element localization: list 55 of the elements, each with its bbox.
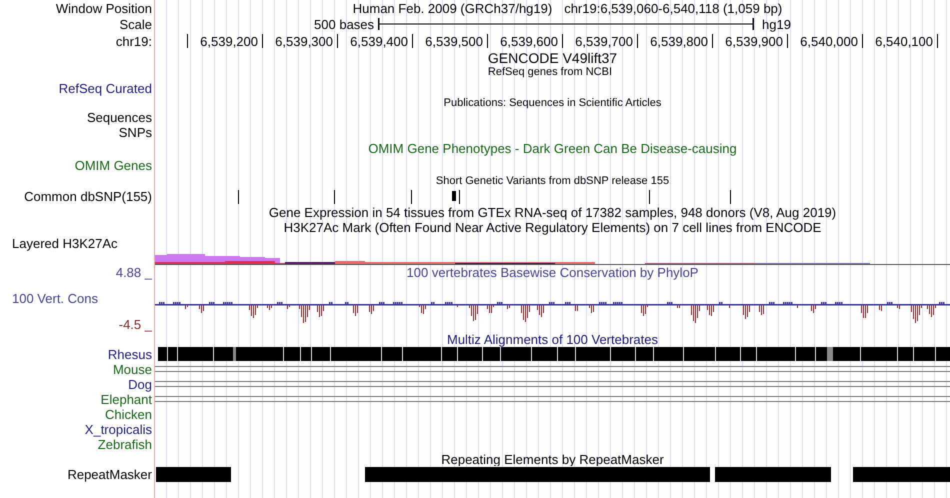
track-title: OMIM Gene Phenotypes - Dark Green Can Be Disease-causing: [368, 141, 737, 156]
track-label[interactable]: Common dbSNP(155): [24, 188, 152, 204]
tick-mark: [412, 34, 413, 48]
species-label[interactable]: Rhesus: [108, 347, 152, 362]
track-label[interactable]: Layered H3K27Ac: [12, 236, 118, 251]
coordinate-label: 6,539,800: [650, 34, 708, 48]
track-label[interactable]: OMIM Genes: [74, 158, 152, 173]
track-label[interactable]: RefSeq Curated: [58, 80, 152, 96]
species-label[interactable]: Chicken: [105, 407, 152, 422]
coordinate-label: 6,539,400: [350, 34, 408, 48]
track-title: Gene Expression in 54 tissues from GTEx RNA-seq of 17382 samples, 948 donors (V8, Aug 2019): [268, 204, 836, 220]
assembly-title: Human Feb. 2009 (GRCh37/hg19): [352, 0, 552, 16]
position-text: chr19:6,539,060-6,540,118 (1,059 bp): [564, 0, 782, 16]
coordinate-label: 6,539,200: [200, 34, 258, 48]
species-label[interactable]: Zebrafish: [98, 437, 152, 452]
track-title: Repeating Elements by RepeatMasker: [441, 452, 664, 466]
coordinate-label: 6,539,300: [275, 34, 333, 48]
tick-mark: [187, 34, 188, 48]
track-subtitle: RefSeq genes from NCBI: [488, 66, 612, 79]
assembly-text: hg19: [762, 16, 791, 32]
species-label[interactable]: Dog: [128, 377, 152, 392]
row-label: Window Position: [56, 0, 152, 16]
tick-mark: [862, 34, 863, 48]
track-title: Publications: Sequences in Scientific Articles: [444, 96, 662, 110]
row-label: chr19:: [116, 34, 152, 48]
track-label[interactable]: 100 Vert. Cons: [12, 290, 98, 306]
coordinate-label: 6,539,500: [425, 34, 483, 48]
row-label: Scale: [119, 16, 152, 32]
track-title: Multiz Alignments of 100 Vertebrates: [446, 332, 658, 347]
track-title: Short Genetic Variants from dbSNP release 155: [436, 174, 670, 188]
tick-mark: [487, 34, 488, 48]
coordinate-label: 6,540,100: [875, 34, 933, 48]
species-label[interactable]: Elephant: [100, 392, 152, 407]
tick-mark: [712, 34, 713, 48]
coordinate-label: 6,539,700: [575, 34, 633, 48]
tick-mark: [787, 34, 788, 48]
species-label[interactable]: X_tropicalis: [84, 422, 152, 437]
tick-mark: [937, 34, 938, 48]
scale-text: 500 bases: [314, 16, 374, 32]
axis-min-label: -4.5 _: [118, 317, 152, 332]
track-title: GENCODE V49lift37: [488, 51, 618, 66]
track-label[interactable]: SNPs: [118, 125, 152, 140]
species-label[interactable]: Mouse: [112, 362, 152, 377]
coordinate-label: 6,539,900: [725, 34, 783, 48]
track-title: 100 vertebrates Basewise Conservation by PhyloP: [406, 265, 698, 280]
track-label[interactable]: Sequences: [86, 110, 152, 125]
track-title: H3K27Ac Mark (Often Found Near Active Regulatory Elements) on 7 cell lines from ENCODE: [284, 220, 822, 235]
tick-mark: [562, 34, 563, 48]
tick-mark: [337, 34, 338, 48]
axis-max-label: 4.88 _: [116, 265, 152, 280]
coordinate-label: 6,539,600: [500, 34, 558, 48]
tick-mark: [262, 34, 263, 48]
tick-mark: [637, 34, 638, 48]
coordinate-label: 6,540,000: [800, 34, 858, 48]
track-label[interactable]: RepeatMasker: [67, 466, 152, 482]
